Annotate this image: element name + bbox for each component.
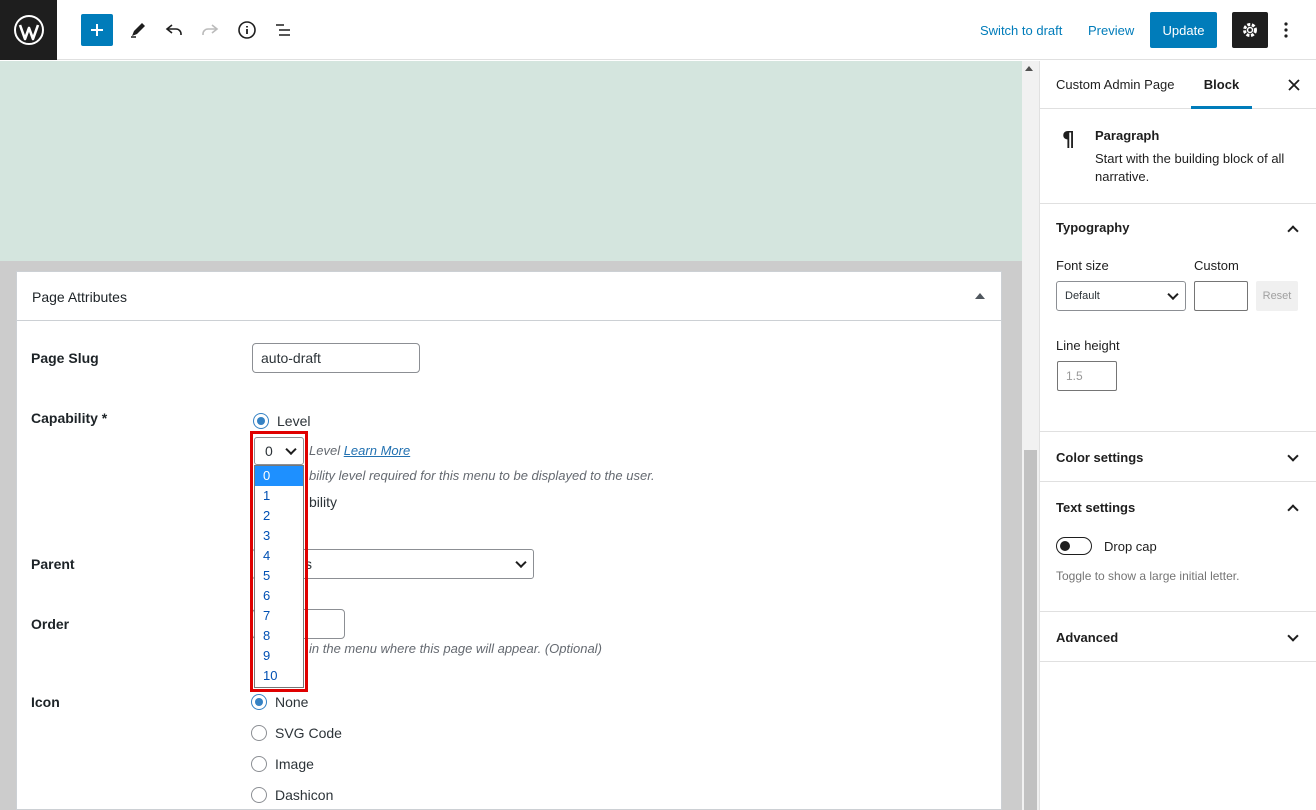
- typography-toggle[interactable]: Typography: [1056, 220, 1129, 235]
- gear-icon: [1243, 23, 1257, 37]
- order-label: Order: [31, 616, 70, 632]
- level-option[interactable]: 7: [255, 606, 303, 626]
- icon-radio-svg[interactable]: [251, 725, 267, 741]
- font-size-label: Font size: [1056, 258, 1109, 273]
- parent-label: Parent: [31, 556, 75, 572]
- list-view-icon: [276, 24, 290, 36]
- tools-button[interactable]: [122, 14, 154, 46]
- icon-option-svg: SVG Code: [275, 725, 342, 741]
- color-settings-panel: Color settings: [1040, 432, 1316, 482]
- toggle-knob: [1060, 541, 1070, 551]
- level-option[interactable]: 3: [255, 526, 303, 546]
- advanced-panel: Advanced: [1040, 612, 1316, 662]
- chevron-up-icon[interactable]: [1287, 225, 1299, 237]
- order-help-text: in the menu where this page will appear.…: [309, 641, 602, 656]
- preview-button[interactable]: Preview: [1088, 23, 1134, 38]
- level-radio-label: Level: [277, 413, 311, 429]
- drop-cap-help: Toggle to show a large initial letter.: [1056, 569, 1240, 583]
- level-option[interactable]: 8: [255, 626, 303, 646]
- icon-option-none: None: [275, 694, 309, 710]
- text-settings-toggle[interactable]: Text settings: [1056, 500, 1135, 515]
- icon-option-dashicon: Dashicon: [275, 787, 334, 803]
- level-option[interactable]: 4: [255, 546, 303, 566]
- icon-option-image: Image: [275, 756, 314, 772]
- page-slug-input[interactable]: auto-draft: [252, 343, 420, 373]
- typography-panel: Typography Font size Custom Default Rese…: [1040, 204, 1316, 432]
- undo-button[interactable]: [158, 14, 190, 46]
- tab-document[interactable]: Custom Admin Page: [1056, 61, 1175, 109]
- drop-cap-label: Drop cap: [1104, 539, 1157, 554]
- pencil-icon: [131, 23, 145, 38]
- settings-sidebar: Custom Admin Page Block ¶ Paragraph Star…: [1039, 61, 1316, 810]
- chevron-down-icon: [1167, 288, 1179, 301]
- wordpress-logo-icon[interactable]: [0, 0, 57, 60]
- advanced-toggle[interactable]: Advanced: [1056, 630, 1118, 645]
- update-button[interactable]: Update: [1150, 12, 1217, 48]
- level-select[interactable]: 0: [254, 437, 304, 465]
- more-vertical-icon: [1284, 22, 1288, 38]
- chevron-down-icon: [515, 556, 527, 569]
- level-dropdown-list: 0 1 2 3 4 5 6 7 8 9 10: [254, 465, 304, 688]
- icon-radio-image[interactable]: [251, 756, 267, 772]
- font-size-value: Default: [1065, 290, 1100, 302]
- settings-button[interactable]: [1232, 12, 1268, 48]
- sidebar-tabs: Custom Admin Page Block: [1040, 61, 1316, 109]
- details-button[interactable]: [231, 14, 263, 46]
- level-description: Level Learn More: [309, 443, 410, 458]
- level-select-value: 0: [265, 443, 273, 459]
- list-view-button[interactable]: [267, 14, 299, 46]
- paragraph-icon: ¶: [1062, 127, 1075, 151]
- switch-to-draft-button[interactable]: Switch to draft: [980, 23, 1062, 38]
- drop-cap-toggle[interactable]: [1056, 537, 1092, 555]
- level-option[interactable]: 2: [255, 506, 303, 526]
- level-option[interactable]: 5: [255, 566, 303, 586]
- block-name: Paragraph: [1095, 128, 1160, 143]
- undo-icon: [165, 24, 182, 35]
- block-description: Start with the building block of all nar…: [1095, 151, 1285, 184]
- text-settings-panel: Text settings Drop cap Toggle to show a …: [1040, 482, 1316, 612]
- level-option[interactable]: 6: [255, 586, 303, 606]
- level-option[interactable]: 1: [255, 486, 303, 506]
- line-height-label: Line height: [1056, 338, 1120, 353]
- icon-label: Icon: [31, 694, 60, 710]
- chevron-down-icon: [285, 443, 297, 456]
- line-height-input[interactable]: 1.5: [1057, 361, 1117, 391]
- level-desc-text: Level: [309, 443, 341, 458]
- custom-size-input[interactable]: [1194, 281, 1248, 311]
- plus-icon: [91, 24, 103, 36]
- tab-block[interactable]: Block: [1191, 61, 1252, 109]
- block-card: ¶ Paragraph Start with the building bloc…: [1040, 109, 1316, 204]
- chevron-down-icon[interactable]: [1287, 630, 1299, 642]
- info-icon: [238, 21, 256, 39]
- page-attributes-header[interactable]: Page Attributes: [17, 272, 1001, 321]
- capability-radio-label: bility: [309, 494, 338, 510]
- learn-more-link[interactable]: Learn More: [344, 443, 410, 458]
- font-size-select[interactable]: Default: [1056, 281, 1186, 311]
- reset-button[interactable]: Reset: [1256, 281, 1298, 311]
- icon-radio-dashicon[interactable]: [251, 787, 267, 803]
- level-option[interactable]: 9: [255, 646, 303, 666]
- editor-header: Switch to draft Preview Update: [0, 0, 1316, 60]
- collapse-arrow-icon[interactable]: [975, 293, 985, 299]
- close-icon[interactable]: [1287, 78, 1301, 92]
- scrollbar-thumb[interactable]: [1024, 450, 1037, 810]
- level-help-text: bility level required for this menu to b…: [309, 468, 655, 483]
- add-block-button[interactable]: [81, 14, 113, 46]
- level-radio[interactable]: [253, 413, 269, 429]
- custom-size-label: Custom: [1194, 258, 1239, 273]
- scroll-up-arrow[interactable]: [1025, 66, 1033, 71]
- level-option[interactable]: 10: [255, 666, 303, 686]
- page-attributes-panel: Page Attributes: [16, 271, 1002, 810]
- redo-button[interactable]: [194, 14, 226, 46]
- redo-icon: [202, 24, 219, 35]
- icon-radio-none[interactable]: [251, 694, 267, 710]
- page-slug-label: Page Slug: [31, 350, 99, 366]
- level-option[interactable]: 0: [255, 466, 303, 486]
- chevron-up-icon[interactable]: [1287, 504, 1299, 516]
- color-settings-toggle[interactable]: Color settings: [1056, 450, 1143, 465]
- chevron-down-icon[interactable]: [1287, 450, 1299, 462]
- page-attributes-title: Page Attributes: [32, 289, 127, 305]
- capability-label: Capability *: [31, 410, 108, 426]
- more-options-button[interactable]: [1276, 12, 1296, 48]
